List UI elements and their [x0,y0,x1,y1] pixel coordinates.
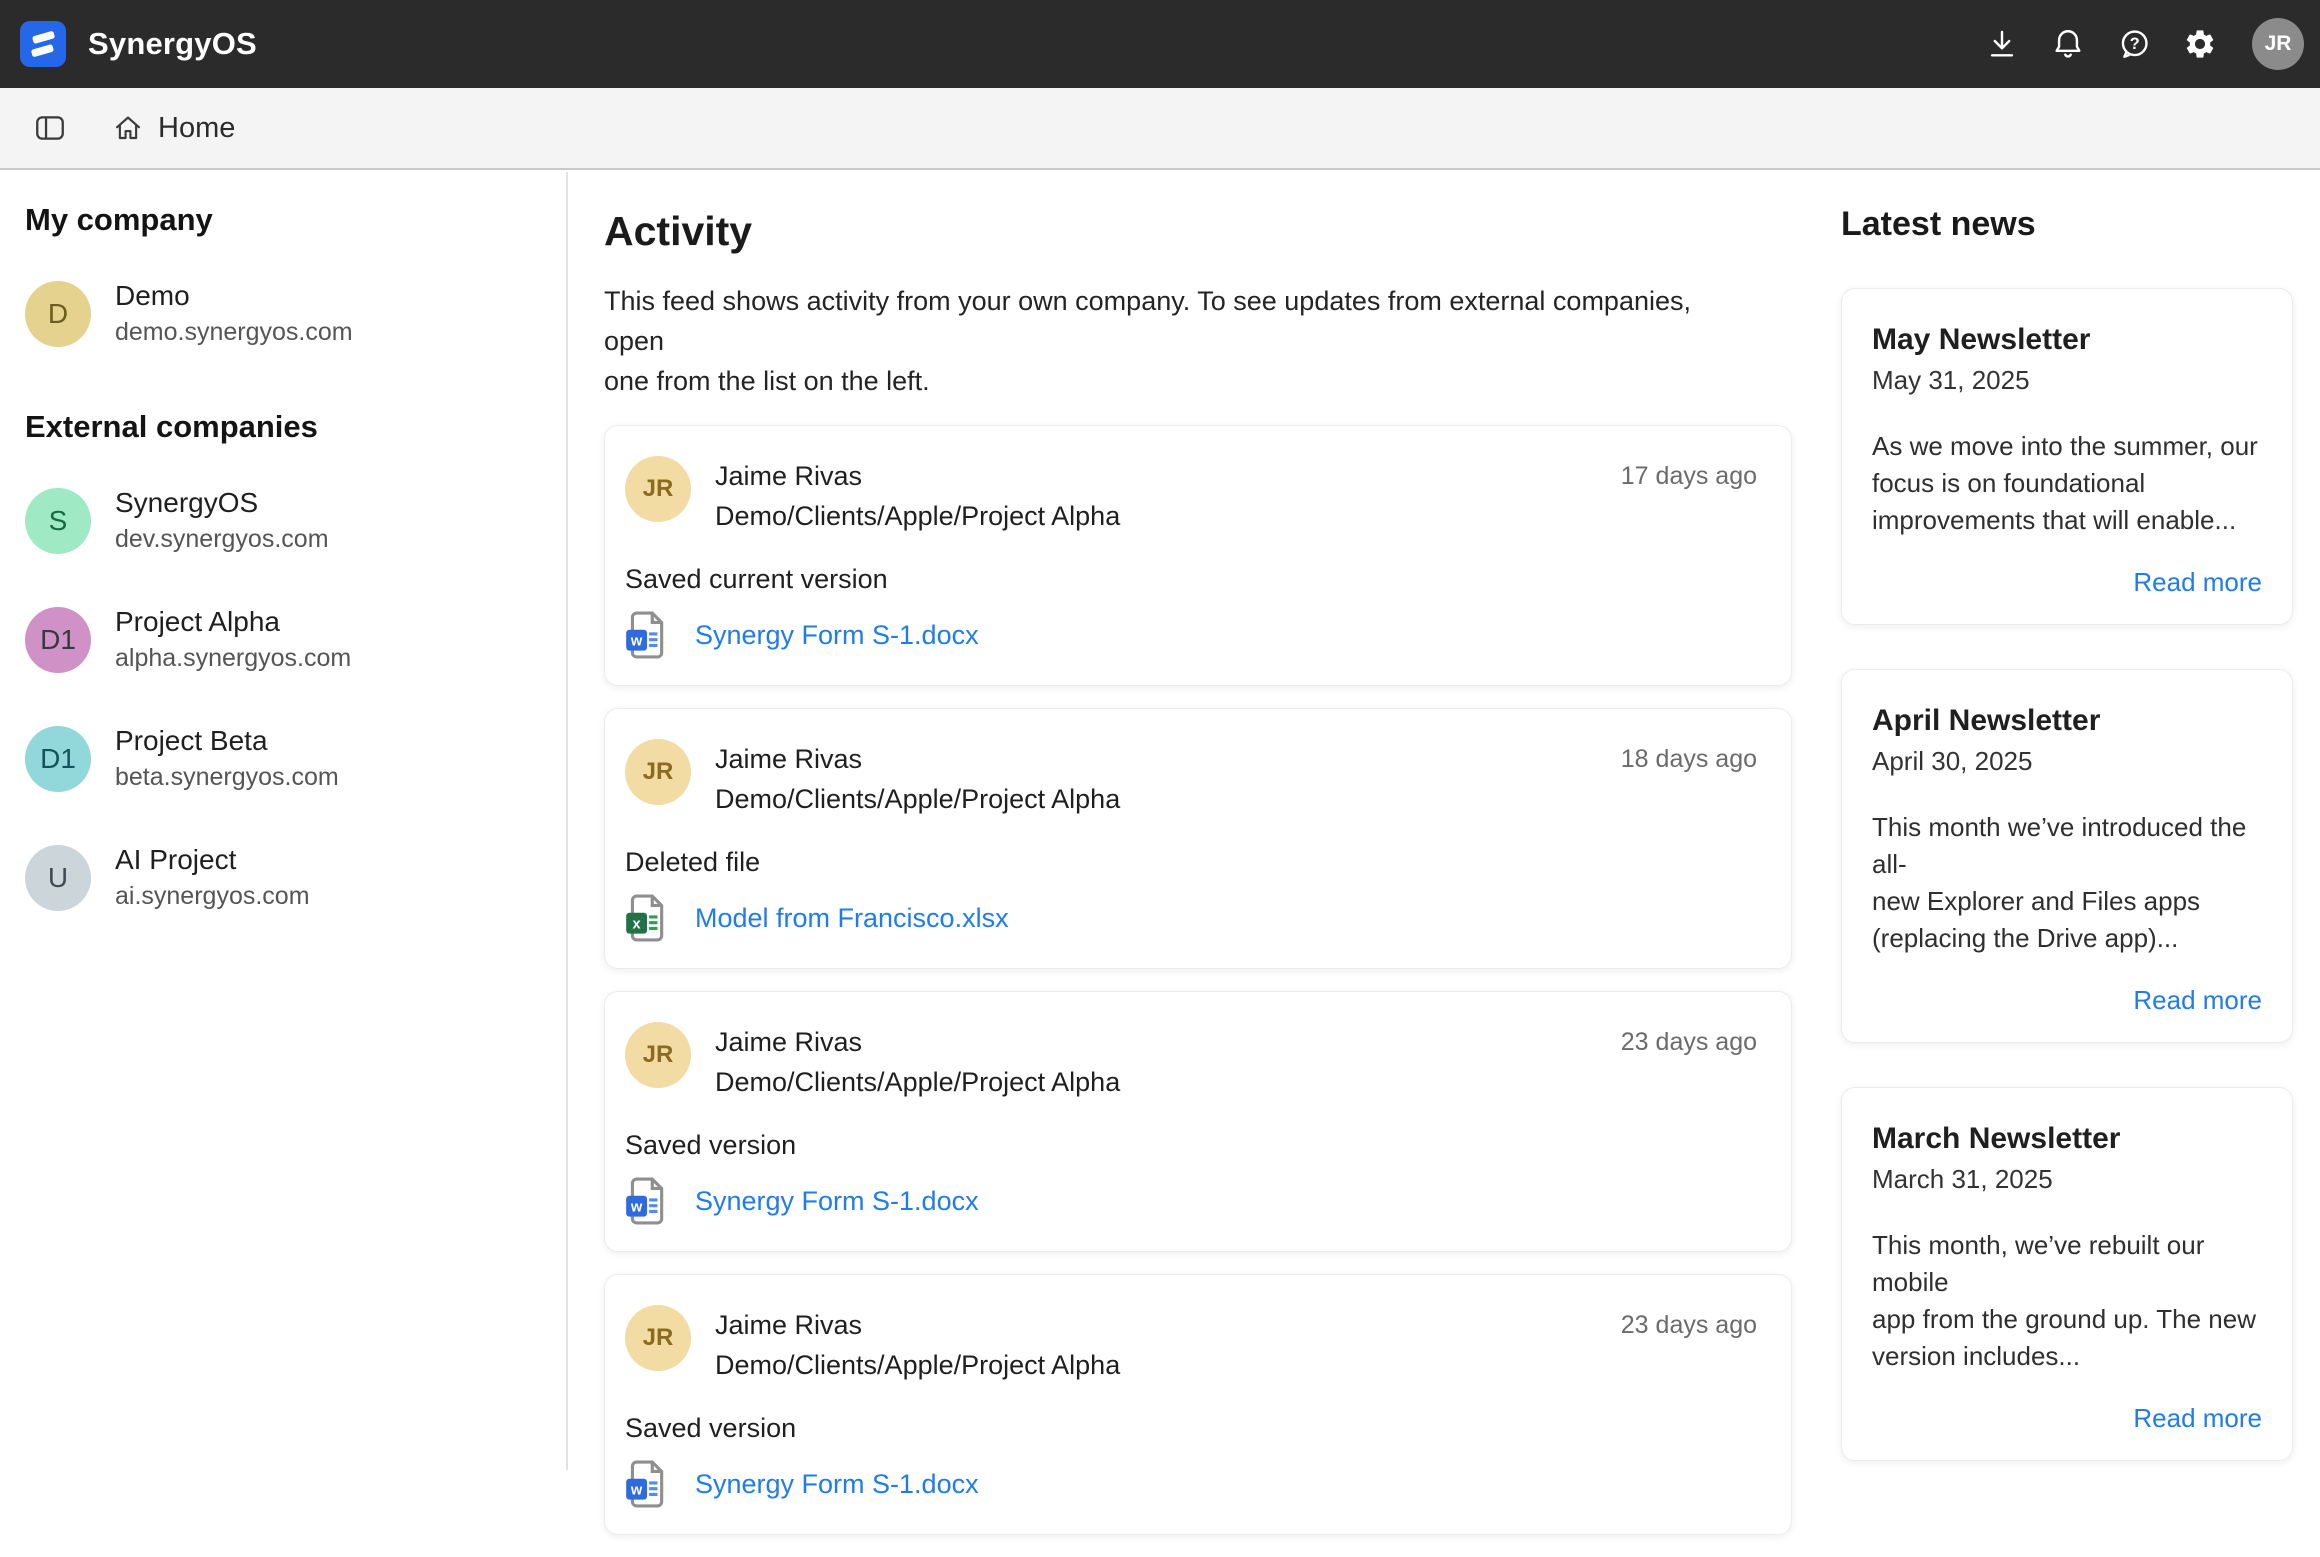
excel-file-icon: x [625,894,667,942]
avatar: D1 [25,607,91,673]
activity-path: Demo/Clients/Apple/Project Alpha [715,1345,1120,1385]
gear-icon[interactable] [2182,26,2218,62]
avatar: S [25,488,91,554]
read-more-link[interactable]: Read more [1872,1403,2262,1434]
help-icon[interactable]: ? [2116,26,2152,62]
activity-card: JR Jaime Rivas Demo/Clients/Apple/Projec… [604,1274,1792,1535]
news-card-date: May 31, 2025 [1872,365,2262,396]
company-domain: alpha.synergyos.com [115,644,351,673]
activity-card: JR Jaime Rivas Demo/Clients/Apple/Projec… [604,708,1792,969]
svg-text:w: w [630,633,643,649]
news-card-april: April Newsletter April 30, 2025 This mon… [1841,669,2293,1043]
sidebar-item-synergyos[interactable]: S SynergyOS dev.synergyos.com [25,487,542,554]
avatar: D1 [25,726,91,792]
read-more-link[interactable]: Read more [1872,567,2262,598]
sidebar-item-project-alpha[interactable]: D1 Project Alpha alpha.synergyos.com [25,606,542,673]
companies-sidebar: My company D Demo demo.synergyos.com Ext… [0,172,568,1470]
news-card-may: May Newsletter May 31, 2025 As we move i… [1841,288,2293,625]
svg-text:w: w [630,1482,643,1498]
svg-text:?: ? [2130,35,2140,53]
activity-action: Saved current version [625,564,1757,595]
news-card-date: April 30, 2025 [1872,746,2262,777]
external-companies-heading: External companies [25,409,542,445]
synergyos-logo-icon [20,21,66,67]
topbar-actions: ? JR [1984,18,2304,70]
activity-feed: Activity This feed shows activity from y… [604,172,1792,1557]
file-link[interactable]: Synergy Form S-1.docx [695,1186,979,1217]
sidebar-toggle-icon[interactable] [30,108,70,148]
actor-name: Jaime Rivas [715,739,1120,779]
activity-action: Saved version [625,1413,1757,1444]
user-avatar[interactable]: JR [2252,18,2304,70]
activity-timestamp: 23 days ago [1621,1311,1757,1385]
news-card-title: May Newsletter [1872,323,2262,357]
activity-action: Saved version [625,1130,1757,1161]
top-app-bar: SynergyOS ? JR [0,0,2320,88]
avatar: JR [625,739,691,805]
avatar: U [25,845,91,911]
company-name: Project Beta [115,725,339,757]
bell-icon[interactable] [2050,26,2086,62]
avatar: JR [625,1022,691,1088]
activity-path: Demo/Clients/Apple/Project Alpha [715,779,1120,819]
activity-timestamp: 18 days ago [1621,745,1757,819]
word-file-icon: w [625,611,667,659]
word-file-icon: w [625,1460,667,1508]
download-icon[interactable] [1984,26,2020,62]
file-link-row[interactable]: x Model from Francisco.xlsx [625,894,1757,942]
sidebar-item-demo[interactable]: D Demo demo.synergyos.com [25,280,542,347]
news-card-body: This month, we’ve rebuilt our mobile app… [1872,1227,2262,1375]
activity-action: Deleted file [625,847,1757,878]
activity-timestamp: 23 days ago [1621,1028,1757,1102]
home-icon [112,112,144,144]
home-label: Home [158,112,235,145]
actor-name: Jaime Rivas [715,456,1120,496]
actor-name: Jaime Rivas [715,1305,1120,1345]
company-name: SynergyOS [115,487,329,519]
latest-news-panel: Latest news May Newsletter May 31, 2025 … [1841,172,2293,1461]
activity-description: This feed shows activity from your own c… [604,281,1744,401]
news-card-title: April Newsletter [1872,704,2262,738]
file-link[interactable]: Synergy Form S-1.docx [695,620,979,651]
news-card-body: This month we’ve introduced the all- new… [1872,809,2262,957]
company-name: Demo [115,280,353,312]
activity-path: Demo/Clients/Apple/Project Alpha [715,1062,1120,1102]
file-link[interactable]: Synergy Form S-1.docx [695,1469,979,1500]
activity-card: JR Jaime Rivas Demo/Clients/Apple/Projec… [604,425,1792,686]
file-link-row[interactable]: w Synergy Form S-1.docx [625,1177,1757,1225]
actor-name: Jaime Rivas [715,1022,1120,1062]
read-more-link[interactable]: Read more [1872,985,2262,1016]
activity-card: JR Jaime Rivas Demo/Clients/Apple/Projec… [604,991,1792,1252]
avatar: JR [625,456,691,522]
svg-text:x: x [633,916,642,932]
news-card-date: March 31, 2025 [1872,1164,2262,1195]
company-domain: demo.synergyos.com [115,318,353,347]
file-link-row[interactable]: w Synergy Form S-1.docx [625,1460,1757,1508]
file-link[interactable]: Model from Francisco.xlsx [695,903,1009,934]
activity-title: Activity [604,208,1792,255]
file-link-row[interactable]: w Synergy Form S-1.docx [625,611,1757,659]
company-domain: ai.synergyos.com [115,882,310,911]
news-card-march: March Newsletter March 31, 2025 This mon… [1841,1087,2293,1461]
avatar: D [25,281,91,347]
my-company-heading: My company [25,202,542,238]
news-card-body: As we move into the summer, our focus is… [1872,428,2262,539]
activity-path: Demo/Clients/Apple/Project Alpha [715,496,1120,536]
breadcrumb-home[interactable]: Home [112,112,235,145]
sidebar-item-project-beta[interactable]: D1 Project Beta beta.synergyos.com [25,725,542,792]
svg-text:w: w [630,1199,643,1215]
sidebar-item-ai-project[interactable]: U AI Project ai.synergyos.com [25,844,542,911]
breadcrumb-bar: Home [0,88,2320,170]
activity-timestamp: 17 days ago [1621,462,1757,536]
latest-news-heading: Latest news [1841,205,2293,244]
company-name: Project Alpha [115,606,351,638]
company-name: AI Project [115,844,310,876]
company-domain: dev.synergyos.com [115,525,329,554]
word-file-icon: w [625,1177,667,1225]
app-title: SynergyOS [88,26,257,62]
avatar: JR [625,1305,691,1371]
news-card-title: March Newsletter [1872,1122,2262,1156]
company-domain: beta.synergyos.com [115,763,339,792]
